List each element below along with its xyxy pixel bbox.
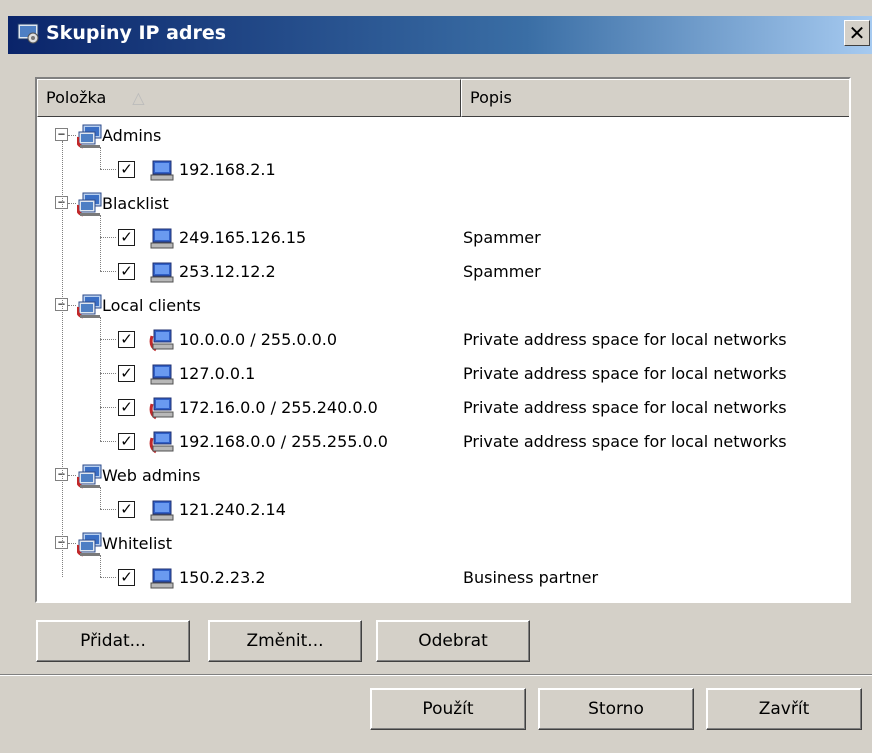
ip-group-tree[interactable]: Položka △ Popis − Admins ✓ 192.168.2.1 − Black… [35,77,851,603]
computer-icon [149,260,175,284]
ip-group-icon [76,531,103,557]
entry-description: Spammer [463,228,541,247]
enable-checkbox[interactable]: ✓ [118,263,135,280]
computer-icon [149,362,175,386]
list-item[interactable]: − Blacklist [37,187,849,221]
tree-line [100,373,116,374]
ip-group-icon [76,123,103,149]
tree-line [100,169,116,170]
tree-line [100,407,116,408]
group-name: Blacklist [102,194,169,213]
tree-line [68,203,76,204]
list-item[interactable]: ✓ 172.16.0.0 / 255.240.0.0 Private address… [37,391,849,425]
ip-address: 192.168.2.1 [179,160,276,179]
tree-line [100,441,116,442]
network-icon [149,396,175,420]
group-name: Local clients [102,296,201,315]
window-title: Skupiny IP adres [46,22,227,44]
list-item[interactable]: ✓ 150.2.23.2 Business partner [37,561,849,595]
entry-description: Private address space for local networks [463,432,787,451]
computer-icon [149,226,175,250]
ip-address: 192.168.0.0 / 255.255.0.0 [179,432,388,451]
enable-checkbox[interactable]: ✓ [118,501,135,518]
app-icon [17,23,39,44]
ip-group-icon [76,191,103,217]
add-button[interactable]: Přidat... [36,620,190,662]
tree-line [100,509,116,510]
ip-group-icon [76,463,103,489]
ip-address: 249.165.126.15 [179,228,307,247]
network-icon [149,430,175,454]
sort-ascending-icon: △ [132,88,145,107]
list-item[interactable]: ✓ 10.0.0.0 / 255.0.0.0 Private address spa… [37,323,849,357]
enable-checkbox[interactable]: ✓ [118,399,135,416]
column-item-label: Položka [46,88,107,107]
ip-address: 10.0.0.0 / 255.0.0.0 [179,330,338,349]
edit-button[interactable]: Změnit... [208,620,362,662]
entry-description: Private address space for local networks [463,330,787,349]
list-item[interactable]: ✓ 253.12.12.2 Spammer [37,255,849,289]
entry-description: Private address space for local networks [463,398,787,417]
list-item[interactable]: ✓ 192.168.0.0 / 255.255.0.0 Private addres… [37,425,849,459]
cancel-button[interactable]: Storno [538,688,694,730]
tree-line [100,317,101,441]
group-name: Admins [102,126,162,145]
dialog-separator [0,674,872,676]
ip-address: 172.16.0.0 / 255.240.0.0 [179,398,378,417]
enable-checkbox[interactable]: ✓ [118,161,135,178]
column-header-item[interactable]: Položka △ [37,79,461,117]
tree-line [100,555,101,577]
tree-line [100,237,116,238]
title-bar[interactable]: Skupiny IP adres ✕ [8,16,872,54]
tree-line [100,147,101,169]
tree-line [68,475,76,476]
enable-checkbox[interactable]: ✓ [118,433,135,450]
column-header-desc[interactable]: Popis [461,79,849,117]
list-item[interactable]: − Whitelist [37,527,849,561]
list-item[interactable]: − Local clients [37,289,849,323]
apply-button[interactable]: Použít [370,688,526,730]
ip-groups-dialog: Skupiny IP adres ✕ Položka △ Popis − Admin… [0,0,872,753]
computer-icon [149,158,175,182]
list-header: Položka △ Popis [37,79,849,117]
close-icon[interactable]: ✕ [844,20,870,46]
enable-checkbox[interactable]: ✓ [118,229,135,246]
network-icon [149,328,175,352]
enable-checkbox[interactable]: ✓ [118,331,135,348]
tree-line [100,487,101,509]
ip-address: 150.2.23.2 [179,568,266,587]
list-item[interactable]: − Admins [37,119,849,153]
list-item[interactable]: ✓ 127.0.0.1 Private address space for loca… [37,357,849,391]
entry-description: Spammer [463,262,541,281]
tree-line [100,271,116,272]
tree-line [100,215,101,271]
close-button[interactable]: Zavřít [706,688,862,730]
list-item[interactable]: − Web admins [37,459,849,493]
computer-icon [149,498,175,522]
tree-line [62,141,63,577]
ip-address: 253.12.12.2 [179,262,276,281]
list-item[interactable]: ✓ 192.168.2.1 [37,153,849,187]
tree-line [68,135,76,136]
ip-address: 121.240.2.14 [179,500,286,519]
entry-description: Private address space for local networks [463,364,787,383]
remove-button[interactable]: Odebrat [376,620,530,662]
collapse-icon[interactable]: − [55,128,68,141]
tree-line [68,305,76,306]
ip-address: 127.0.0.1 [179,364,256,383]
tree-line [68,543,76,544]
tree-line [100,339,116,340]
computer-icon [149,566,175,590]
enable-checkbox[interactable]: ✓ [118,569,135,586]
tree-line [100,577,116,578]
list-item[interactable]: ✓ 249.165.126.15 Spammer [37,221,849,255]
group-name: Whitelist [102,534,173,553]
ip-group-icon [76,293,103,319]
entry-description: Business partner [463,568,599,587]
list-item[interactable]: ✓ 121.240.2.14 [37,493,849,527]
group-name: Web admins [102,466,201,485]
column-desc-label: Popis [470,88,512,107]
enable-checkbox[interactable]: ✓ [118,365,135,382]
